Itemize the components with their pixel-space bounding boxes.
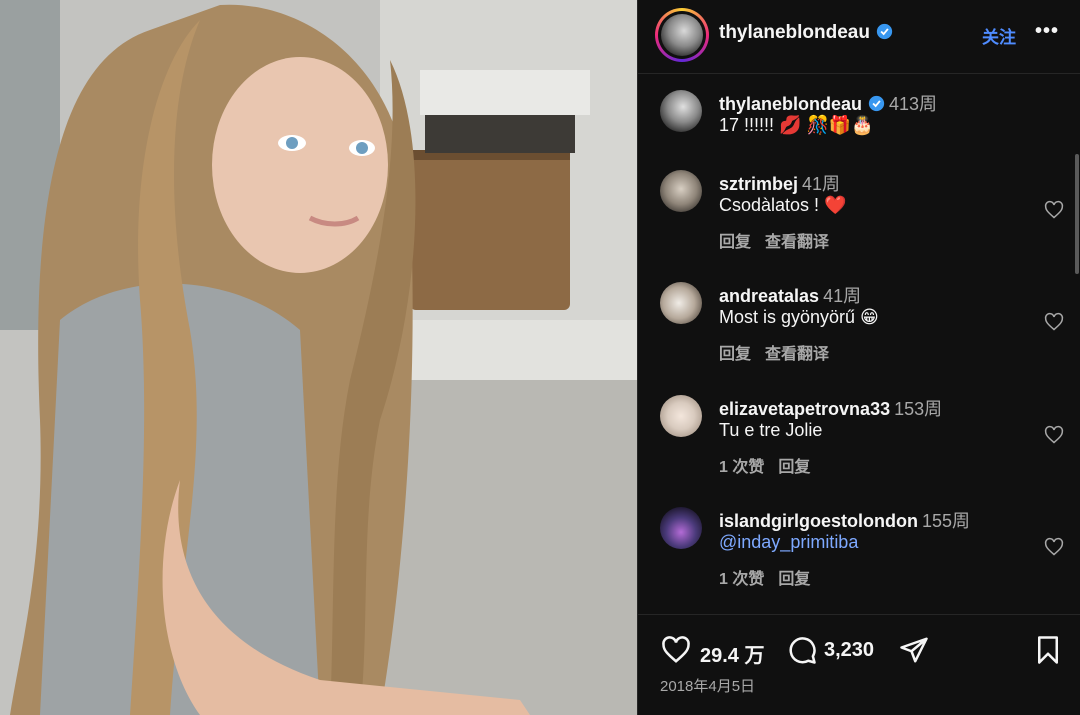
post-footer: 29.4 万 3,230 2018年4月5日: [638, 614, 1080, 715]
like-comment-heart-icon[interactable]: [1044, 200, 1064, 220]
photo-illustration: [0, 0, 637, 715]
more-icon[interactable]: •••: [1035, 20, 1059, 43]
verified-badge-icon: [876, 23, 893, 40]
comment-text: Most is gyönyörű 😁: [719, 307, 879, 327]
comment-actions: 1 次赞 回复: [719, 453, 824, 477]
post-photo: [0, 0, 637, 715]
comment-time[interactable]: 41周: [823, 286, 861, 306]
comment-username[interactable]: sztrimbej: [719, 174, 798, 194]
reply-button[interactable]: 回复: [719, 234, 751, 251]
comment-icon[interactable]: [786, 635, 818, 665]
reply-button[interactable]: 回复: [778, 571, 810, 588]
avatar[interactable]: [660, 282, 702, 324]
comment-username[interactable]: elizavetapetrovna33: [719, 399, 890, 419]
like-comment-heart-icon[interactable]: [1044, 537, 1064, 557]
like-comment-heart-icon[interactable]: [1044, 312, 1064, 332]
comment-row: elizavetapetrovna33 153周 Tu e tre Jolie 1…: [638, 395, 1080, 485]
comment-text: Csodàlatos ! ❤️: [719, 195, 847, 215]
comment-like-count[interactable]: 1 次赞: [719, 459, 764, 476]
caption-row: thylaneblondeau 413周 17 !!!!!! 💋 🎊🎁🎂: [638, 90, 1080, 140]
comment-count[interactable]: 3,230: [824, 639, 874, 662]
verified-badge-icon: [868, 95, 885, 112]
comment-like-count[interactable]: 1 次赞: [719, 571, 764, 588]
caption-time[interactable]: 413周: [889, 94, 937, 114]
author-username[interactable]: thylaneblondeau: [719, 22, 893, 44]
translate-button[interactable]: 查看翻译: [765, 234, 829, 251]
comment-actions: 回复 查看翻译: [719, 228, 843, 252]
share-icon[interactable]: [898, 635, 930, 665]
author-username-text[interactable]: thylaneblondeau: [719, 22, 870, 43]
avatar[interactable]: [660, 170, 702, 212]
comment-text: Tu e tre Jolie: [719, 420, 823, 440]
heart-icon[interactable]: [660, 635, 692, 665]
comment-actions: 1 次赞 回复: [719, 565, 824, 589]
follow-button[interactable]: 关注: [982, 23, 1016, 48]
comment-username[interactable]: islandgirlgoestolondon: [719, 511, 918, 531]
like-comment-heart-icon[interactable]: [1044, 425, 1064, 445]
comments-list[interactable]: thylaneblondeau 413周 17 !!!!!! 💋 🎊🎁🎂 sztr…: [638, 74, 1080, 614]
avatar[interactable]: [660, 90, 702, 132]
avatar[interactable]: [660, 395, 702, 437]
comment-time[interactable]: 41周: [802, 174, 840, 194]
comment-row: sztrimbej 41周 Csodàlatos ! ❤️ 回复 查看翻译: [638, 170, 1080, 260]
like-count[interactable]: 29.4 万: [700, 639, 764, 668]
translate-button[interactable]: 查看翻译: [765, 346, 829, 363]
reply-button[interactable]: 回复: [778, 459, 810, 476]
post-header: thylaneblondeau 关注 •••: [638, 0, 1080, 74]
comment-time[interactable]: 153周: [894, 399, 942, 419]
caption-username[interactable]: thylaneblondeau: [719, 94, 862, 114]
caption-text: 17 !!!!!! 💋 🎊🎁🎂: [719, 115, 874, 135]
comment-row: andreatalas 41周 Most is gyönyörű 😁 回复 查看翻译: [638, 282, 1080, 372]
comment-mention-link[interactable]: @inday_primitiba: [719, 532, 858, 553]
author-avatar[interactable]: [655, 8, 709, 62]
comment-actions: 回复 查看翻译: [719, 340, 843, 364]
caption-header: thylaneblondeau 413周: [719, 90, 937, 116]
bookmark-icon[interactable]: [1033, 635, 1063, 665]
comment-time[interactable]: 155周: [922, 511, 970, 531]
post-side-panel: thylaneblondeau 关注 ••• thylaneblondeau 41…: [637, 0, 1080, 715]
post-date: 2018年4月5日: [660, 678, 756, 695]
comment-username[interactable]: andreatalas: [719, 286, 819, 306]
reply-button[interactable]: 回复: [719, 346, 751, 363]
comment-row: islandgirlgoestolondon 155周 @inday_primit…: [638, 507, 1080, 597]
avatar[interactable]: [660, 507, 702, 549]
